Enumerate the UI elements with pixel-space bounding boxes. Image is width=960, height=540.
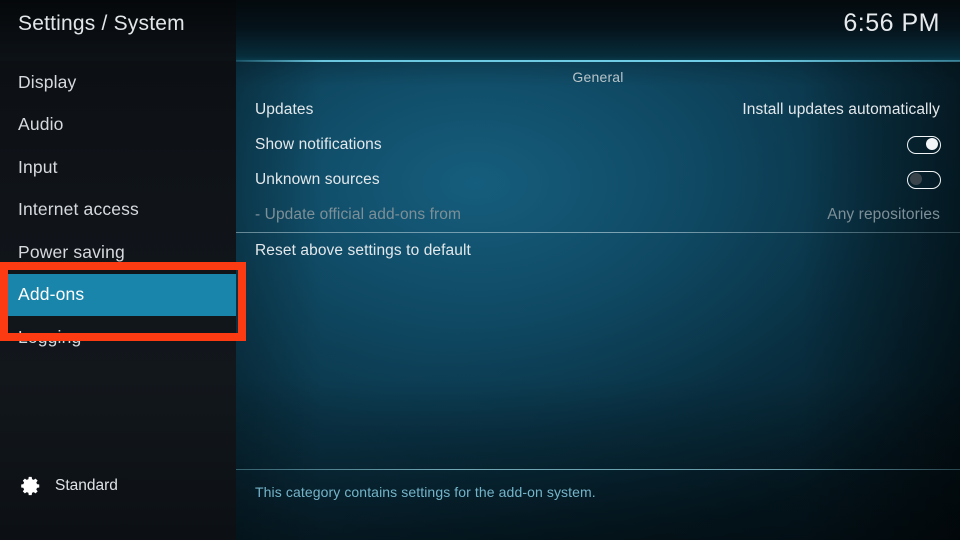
sidebar-item-add-ons[interactable]: Add-ons [0,273,236,316]
settings-group-title: General [572,69,624,85]
toggle-knob [925,138,938,151]
setting-row-updates[interactable]: Updates Install updates automatically [236,92,960,127]
setting-row-show-notifications[interactable]: Show notifications [236,127,960,162]
main-panel: 6:56 PM General Updates Install updates … [236,0,960,540]
sidebar-item-label: Input [18,156,58,177]
setting-label: Unknown sources [255,170,380,188]
gear-icon [21,476,40,496]
sidebar-item-power-saving[interactable]: Power saving [0,231,236,274]
category-description: This category contains settings for the … [255,484,596,500]
sidebar-item-label: Audio [18,114,64,135]
setting-row-update-official-addons-from: - Update official add-ons from Any repos… [236,197,960,232]
clock: 6:56 PM [843,9,940,37]
settings-content: General Updates Install updates automati… [236,61,960,540]
sidebar-nav-list: Display Audio Input Internet access Powe… [0,61,236,359]
sidebar-item-label: Internet access [18,199,139,220]
settings-level-button[interactable]: Standard [0,470,236,502]
toggle-show-notifications[interactable] [907,135,941,154]
toggle-unknown-sources[interactable] [907,170,941,189]
setting-label: - Update official add-ons from [255,205,462,223]
page-title: Settings / System [18,12,185,35]
sidebar-item-input[interactable]: Input [0,146,236,189]
sidebar-item-internet-access[interactable]: Internet access [0,189,236,232]
sidebar-item-label: Power saving [18,241,125,262]
setting-label: Reset above settings to default [255,241,471,259]
setting-row-reset-to-default[interactable]: Reset above settings to default [236,233,960,268]
setting-value: Any repositories [827,205,940,223]
sidebar-header: Settings / System [0,0,236,61]
setting-label: Updates [255,100,314,118]
footer-divider [236,468,960,470]
main-header: 6:56 PM [236,0,960,61]
settings-level-label: Standard [55,477,118,494]
sidebar-item-label: Display [18,71,77,92]
sidebar-item-logging[interactable]: Logging [0,316,236,359]
setting-label: Show notifications [255,135,382,153]
setting-row-unknown-sources[interactable]: Unknown sources [236,162,960,197]
sidebar-item-label: Add-ons [18,284,85,305]
toggle-knob [910,173,923,186]
kodi-settings-window: Settings / System Display Audio Input In… [0,0,960,540]
setting-value: Install updates automatically [742,100,940,118]
sidebar: Settings / System Display Audio Input In… [0,0,236,540]
sidebar-item-audio[interactable]: Audio [0,104,236,147]
header-divider [236,60,960,62]
settings-list: Updates Install updates automatically Sh… [236,92,960,268]
sidebar-item-display[interactable]: Display [0,61,236,104]
sidebar-item-label: Logging [18,326,82,347]
